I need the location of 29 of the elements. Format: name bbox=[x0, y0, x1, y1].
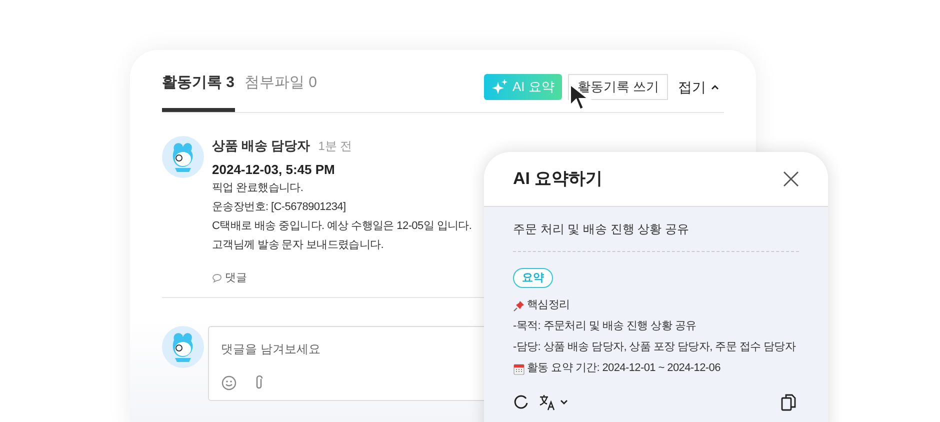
avatar bbox=[162, 136, 204, 178]
activity-date: 2024-12-03, 5:45 PM bbox=[212, 160, 336, 178]
summary-line: 활동 요약 기간: 2024-12-01 ~ 2024-12-06 bbox=[527, 361, 720, 376]
pushpin-icon bbox=[513, 300, 525, 312]
activity-text: 운송장번호: [C-5678901234] bbox=[212, 200, 347, 215]
collapse-button[interactable]: 접기 bbox=[674, 74, 724, 100]
chevron-down-icon bbox=[559, 397, 569, 407]
summary-tag: 요약 bbox=[513, 268, 553, 288]
calendar-icon bbox=[513, 362, 525, 374]
author-name: 상품 배송 담당자 bbox=[212, 137, 310, 155]
speech-bubble-icon bbox=[212, 273, 222, 284]
timestamp: 1분 전 bbox=[318, 138, 352, 155]
translate-icon bbox=[539, 393, 557, 411]
sparkle-icon bbox=[492, 79, 508, 95]
translate-dropdown[interactable] bbox=[539, 393, 569, 411]
summary-line: 핵심정리 bbox=[527, 298, 570, 314]
refresh-icon[interactable] bbox=[513, 394, 529, 410]
comment-link[interactable]: 댓글 bbox=[212, 270, 247, 286]
tab[interactable]: 첨부파일 0 bbox=[244, 72, 318, 112]
copy-icon[interactable] bbox=[781, 393, 797, 411]
panel-title: AI 요약하기 bbox=[513, 168, 603, 190]
activity-text: 픽업 완료했습니다. bbox=[212, 181, 304, 196]
activity-text: C택배로 배송 중입니다. 예상 수행일은 12-05일 입니다. bbox=[212, 219, 472, 234]
tab[interactable]: 활동기록 3 bbox=[162, 72, 235, 112]
smiley-icon[interactable] bbox=[221, 374, 237, 390]
avatar bbox=[162, 326, 204, 368]
close-icon[interactable] bbox=[783, 171, 799, 187]
summary-subject: 주문 처리 및 배송 진행 상황 공유 bbox=[513, 222, 690, 236]
activity-text: 고객님께 발송 문자 보내드렸습니다. bbox=[212, 238, 385, 253]
